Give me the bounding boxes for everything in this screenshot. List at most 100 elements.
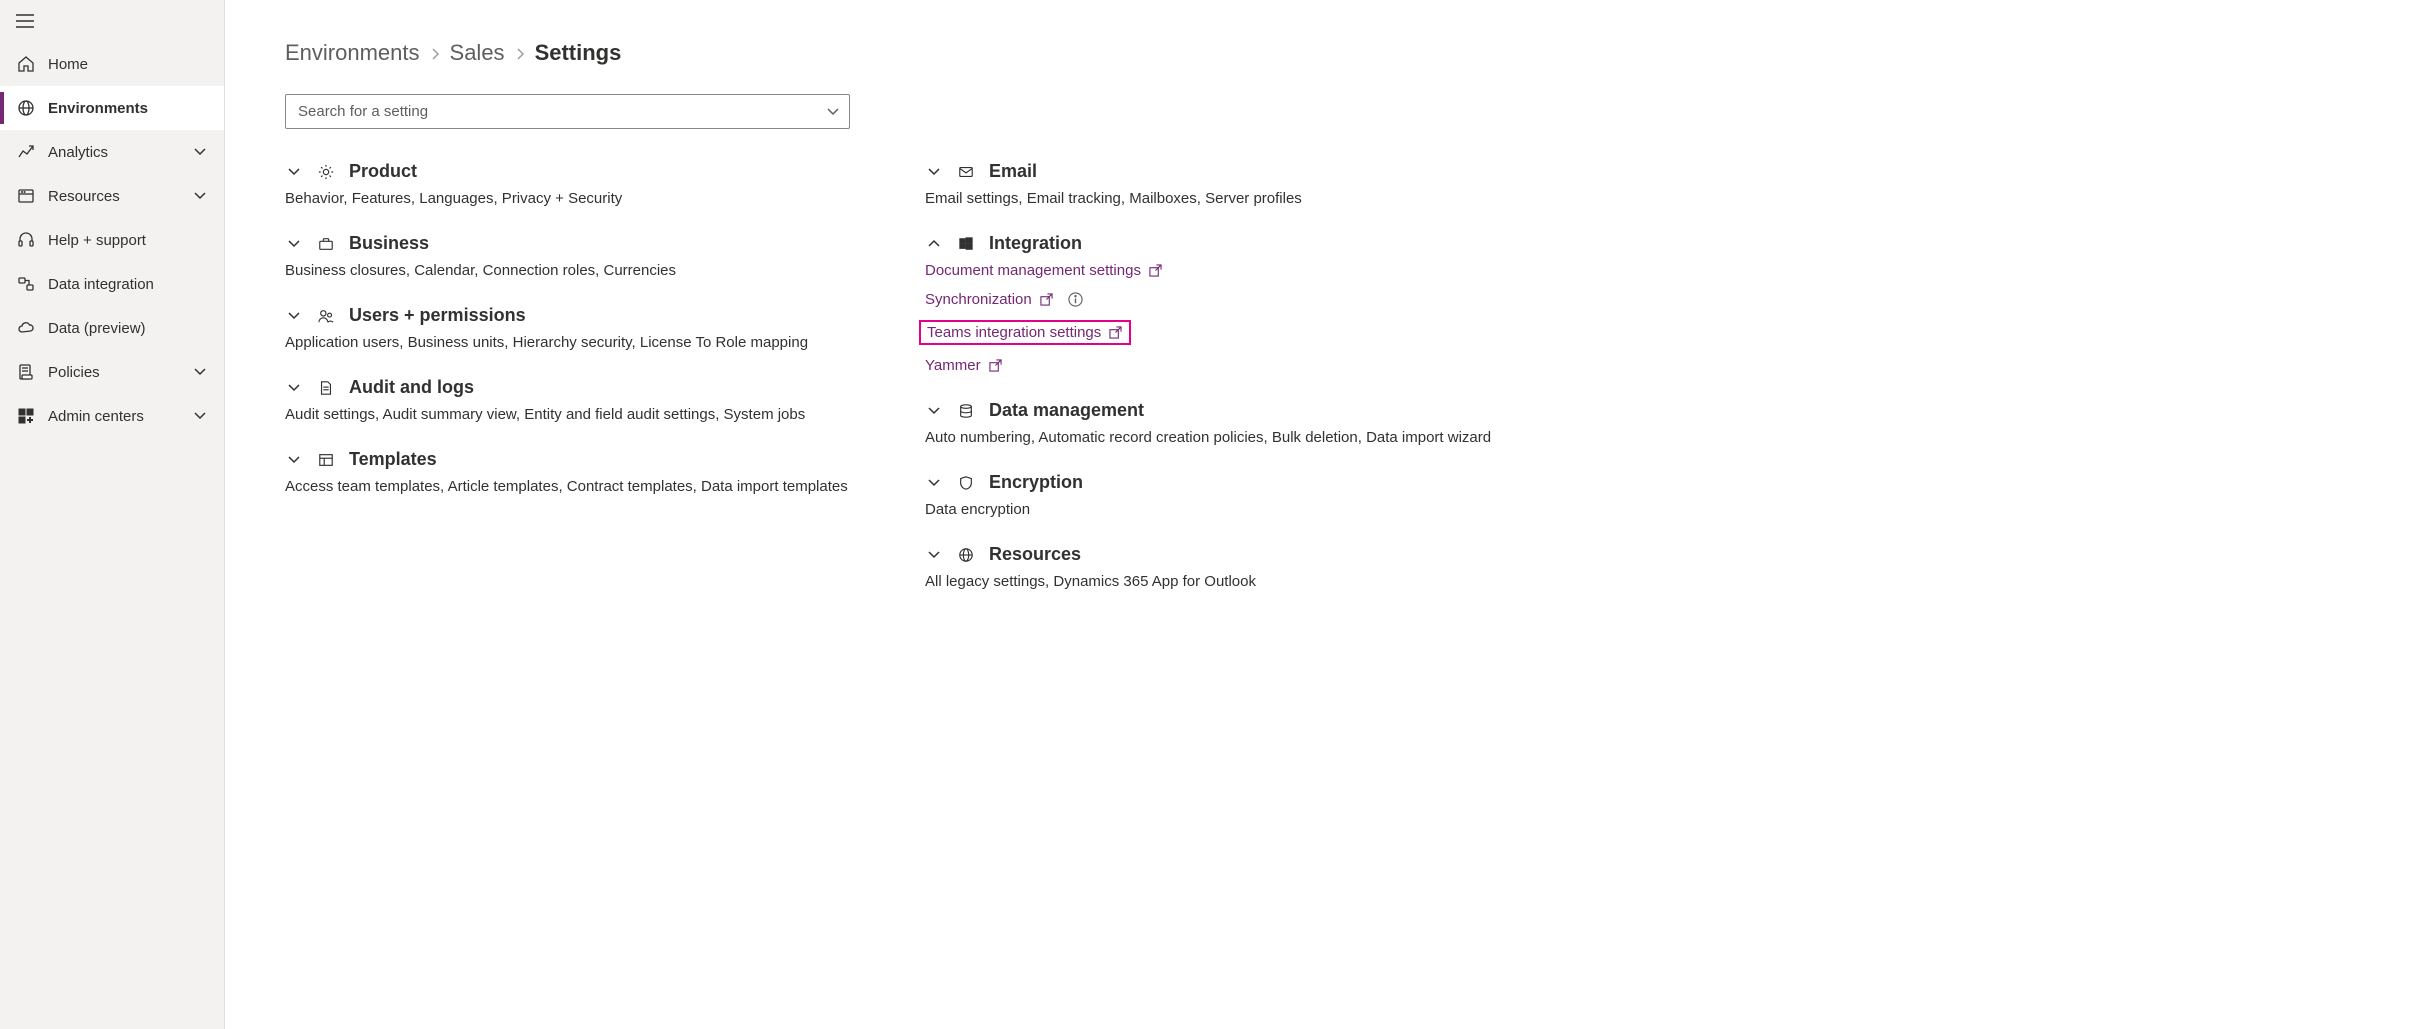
windows-icon xyxy=(957,235,975,253)
settings-group-header[interactable]: Audit and logs xyxy=(285,377,885,398)
settings-link[interactable]: Yammer xyxy=(925,357,1545,374)
settings-group: Product Behavior, Features, Languages, Pr… xyxy=(285,161,885,207)
settings-group: Templates Access team templates, Article … xyxy=(285,449,885,495)
headset-icon xyxy=(16,230,36,250)
chevron-down-icon xyxy=(925,546,943,564)
chevron-down-icon xyxy=(192,188,208,204)
settings-link-label: Teams integration settings xyxy=(927,324,1101,341)
settings-group-header[interactable]: Business xyxy=(285,233,885,254)
search-input[interactable] xyxy=(285,94,850,129)
breadcrumb-settings: Settings xyxy=(535,40,622,66)
settings-group-title: Data management xyxy=(989,400,1144,421)
settings-columns: Product Behavior, Features, Languages, Pr… xyxy=(285,161,2363,616)
document-icon xyxy=(317,379,335,397)
hamburger-button[interactable] xyxy=(0,0,224,42)
info-icon[interactable] xyxy=(1068,292,1084,308)
sidebar-item-datapreview[interactable]: Data (preview) xyxy=(0,306,224,350)
chevron-down-icon xyxy=(285,307,303,325)
chevron-down-icon xyxy=(285,235,303,253)
settings-link[interactable]: Teams integration settings xyxy=(919,320,1131,345)
breadcrumb-separator xyxy=(515,40,525,66)
chevron-down-icon xyxy=(192,144,208,160)
settings-group-header[interactable]: Integration xyxy=(925,233,1545,254)
settings-group-header[interactable]: Templates xyxy=(285,449,885,470)
sidebar-item-label: Analytics xyxy=(48,144,192,161)
settings-group-title: Resources xyxy=(989,544,1081,565)
external-link-icon xyxy=(1040,293,1054,307)
sidebar-item-label: Environments xyxy=(48,100,208,117)
breadcrumb-sales[interactable]: Sales xyxy=(450,40,505,66)
settings-column-right: Email Email settings, Email tracking, Mai… xyxy=(925,161,1545,616)
settings-group-sublist: Access team templates, Article templates… xyxy=(285,478,885,495)
chevron-down-icon xyxy=(285,379,303,397)
chevron-down-icon xyxy=(925,402,943,420)
external-link-icon xyxy=(1149,264,1163,278)
settings-group: Users + permissions Application users, Bu… xyxy=(285,305,885,351)
settings-group: BusinessBusiness closures, Calendar, Con… xyxy=(285,233,885,279)
settings-link-label: Document management settings xyxy=(925,262,1141,279)
settings-link[interactable]: Document management settings xyxy=(925,262,1545,279)
chevron-up-icon xyxy=(925,235,943,253)
external-link-icon xyxy=(1109,326,1123,340)
sidebar-item-policies[interactable]: Policies xyxy=(0,350,224,394)
breadcrumb-environments[interactable]: Environments xyxy=(285,40,420,66)
cloud-icon xyxy=(16,318,36,338)
search-container xyxy=(285,94,850,129)
chart-icon xyxy=(16,142,36,162)
settings-group-sublist: Audit settings, Audit summary view, Enti… xyxy=(285,406,885,423)
sidebar-item-dataintegration[interactable]: Data integration xyxy=(0,262,224,306)
data-integration-icon xyxy=(16,274,36,294)
resources-icon xyxy=(16,186,36,206)
chevron-down-icon xyxy=(285,163,303,181)
shield-icon xyxy=(957,474,975,492)
sidebar-item-resources[interactable]: Resources xyxy=(0,174,224,218)
settings-group-title: Encryption xyxy=(989,472,1083,493)
settings-column-left: Product Behavior, Features, Languages, Pr… xyxy=(285,161,885,616)
settings-group-sublist: Application users, Business units, Hiera… xyxy=(285,334,885,351)
settings-group-title: Product xyxy=(349,161,417,182)
chevron-down-icon xyxy=(192,408,208,424)
sidebar: Home Environments Analytics Resources Help +… xyxy=(0,0,225,1029)
settings-link-label: Synchronization xyxy=(925,291,1032,308)
settings-group-sublist: Behavior, Features, Languages, Privacy +… xyxy=(285,190,885,207)
settings-group-sublist: Auto numbering, Automatic record creatio… xyxy=(925,429,1545,446)
chevron-down-icon xyxy=(285,451,303,469)
settings-group: Data management Auto numbering, Automatic… xyxy=(925,400,1545,446)
settings-group: EncryptionData encryption xyxy=(925,472,1545,518)
settings-group-title: Users + permissions xyxy=(349,305,526,326)
settings-group-header[interactable]: Users + permissions xyxy=(285,305,885,326)
settings-group-sublist: All legacy settings, Dynamics 365 App fo… xyxy=(925,573,1545,590)
sidebar-item-analytics[interactable]: Analytics xyxy=(0,130,224,174)
gear-icon xyxy=(317,163,335,181)
settings-group-title: Integration xyxy=(989,233,1082,254)
sidebar-item-label: Admin centers xyxy=(48,408,192,425)
sidebar-item-label: Home xyxy=(48,56,208,73)
briefcase-icon xyxy=(317,235,335,253)
sidebar-item-environments[interactable]: Environments xyxy=(0,86,224,130)
globe2-icon xyxy=(957,546,975,564)
home-icon xyxy=(16,54,36,74)
settings-group-header[interactable]: Product xyxy=(285,161,885,182)
settings-link-label: Yammer xyxy=(925,357,981,374)
settings-group: Audit and logs Audit settings, Audit summ… xyxy=(285,377,885,423)
settings-group-title: Email xyxy=(989,161,1037,182)
settings-group-title: Templates xyxy=(349,449,437,470)
admin-centers-icon xyxy=(16,406,36,426)
settings-group-sublist: Email settings, Email tracking, Mailboxe… xyxy=(925,190,1545,207)
templates-icon xyxy=(317,451,335,469)
mail-icon xyxy=(957,163,975,181)
breadcrumb-separator xyxy=(430,40,440,66)
settings-group-header[interactable]: Resources xyxy=(925,544,1545,565)
sidebar-item-label: Help + support xyxy=(48,232,208,249)
settings-group-header[interactable]: Encryption xyxy=(925,472,1545,493)
settings-group-header[interactable]: Data management xyxy=(925,400,1545,421)
sidebar-item-admincenters[interactable]: Admin centers xyxy=(0,394,224,438)
sidebar-item-help[interactable]: Help + support xyxy=(0,218,224,262)
settings-group-header[interactable]: Email xyxy=(925,161,1545,182)
sidebar-item-home[interactable]: Home xyxy=(0,42,224,86)
breadcrumb: Environments Sales Settings xyxy=(285,40,2363,66)
settings-group-title: Audit and logs xyxy=(349,377,474,398)
settings-group: Integration Document management settings S… xyxy=(925,233,1545,374)
chevron-down-icon xyxy=(192,364,208,380)
settings-link[interactable]: Synchronization xyxy=(925,291,1545,308)
